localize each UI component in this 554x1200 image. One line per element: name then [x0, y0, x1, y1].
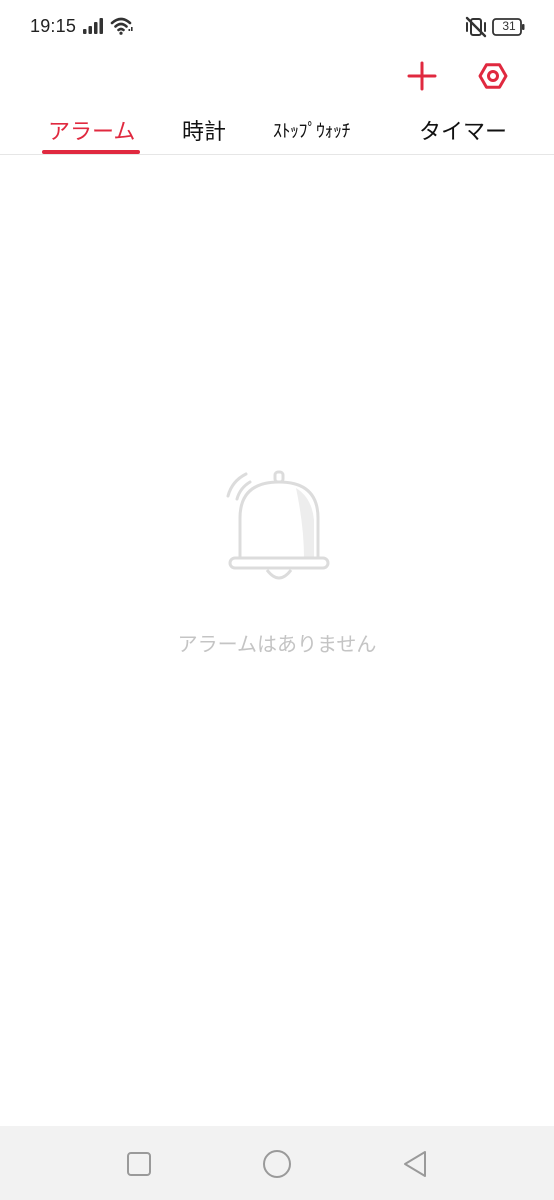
tabs-divider — [0, 154, 554, 155]
settings-button[interactable] — [475, 58, 511, 94]
clock-app-screen: 19:15 31 アラーム 時計 ｽﾄｯﾌﾟｳｫｯﾁ タイマー アラームはありま… — [0, 0, 554, 1200]
tab-stopwatch[interactable]: ｽﾄｯﾌﾟｳｫｯﾁ — [273, 117, 351, 143]
settings-icon — [478, 63, 508, 89]
battery-level: 31 — [502, 19, 516, 33]
tab-timer[interactable]: タイマー — [419, 114, 507, 146]
wifi-icon — [110, 17, 133, 35]
recent-apps-icon[interactable] — [123, 1148, 155, 1180]
back-icon[interactable] — [399, 1148, 431, 1180]
tab-clock[interactable]: 時計 — [182, 114, 226, 146]
status-time: 19:15 — [30, 16, 77, 36]
vibrate-silent-icon — [465, 16, 487, 38]
bell-icon — [226, 470, 330, 580]
tab-alarm[interactable]: アラーム — [48, 114, 135, 146]
empty-state-message: アラームはありません — [177, 632, 377, 656]
tab-bar: アラーム 時計 ｽﾄｯﾌﾟｳｫｯﾁ タイマー — [0, 104, 554, 154]
navigation-bar — [0, 1126, 554, 1200]
home-icon[interactable] — [261, 1148, 293, 1180]
status-bar: 19:15 31 — [0, 0, 554, 56]
signal-icon — [83, 18, 103, 34]
add-alarm-button[interactable] — [404, 58, 440, 94]
plus-icon — [407, 61, 437, 91]
